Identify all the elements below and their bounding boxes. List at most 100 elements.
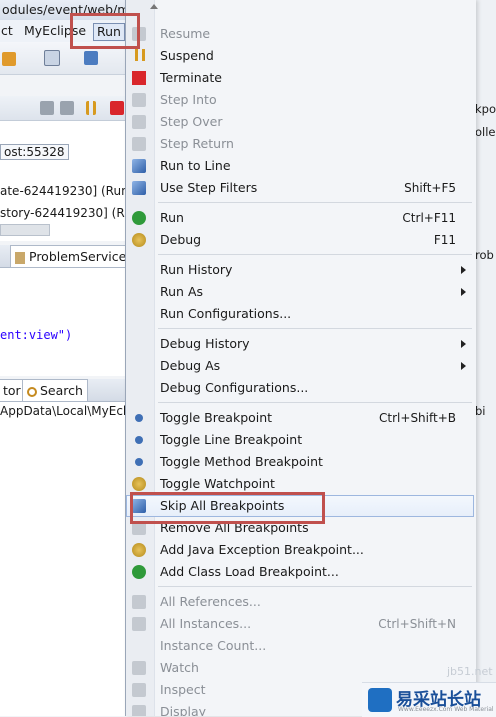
menu-item-add-java-exception-breakpoint[interactable]: Add Java Exception Breakpoint... [126,539,474,561]
menu-item-label: Debug As [160,358,221,373]
debug-view: ost:55328 ate-624419230] (Runn story-624… [0,121,147,241]
menu-item-label: Step Return [160,136,234,151]
menu-item-label: Run [160,210,184,225]
tab-search[interactable]: Search [22,379,88,401]
scroll-up-arrow-icon[interactable] [150,4,158,9]
menu-item-use-step-filters[interactable]: Use Step Filters Shift+F5 [126,177,474,199]
inspect-icon [132,683,146,697]
menu-item-label: Terminate [160,70,222,85]
debug-thread[interactable]: ate-624419230] (Runn [0,184,136,198]
submenu-arrow-icon [461,266,466,274]
debug-icon [132,233,146,247]
watch-icon [132,661,146,675]
watchpoint-icon [132,477,146,491]
menu-item-label: Use Step Filters [160,180,258,195]
tab-problemservice[interactable]: ProblemService [10,245,132,267]
gear-icon[interactable] [2,52,16,66]
right-panel: kpo olle rob bi [475,0,496,716]
terminate-icon [132,71,146,85]
bottom-tabs: tor Search [0,379,128,402]
right-label: bi [475,404,486,418]
menu-item-label: Run to Line [160,158,231,173]
java-file-icon [15,251,25,264]
menu-item-debug-as[interactable]: Debug As [126,355,474,377]
menu-item-toggle-breakpoint[interactable]: Toggle Breakpoint Ctrl+Shift+B [126,407,474,429]
disconnect-icon[interactable] [40,101,54,115]
menu-item-label: Suspend [160,48,214,63]
display-icon [132,705,146,716]
menu-item-debug-configurations[interactable]: Debug Configurations... [126,377,474,399]
menu-separator [158,202,472,203]
menu-item-watch: Watch [126,657,474,679]
submenu-arrow-icon [461,340,466,348]
right-label: olle [475,125,496,139]
menu-item-label: All Instances... [160,616,252,631]
class-load-breakpoint-icon [132,565,146,579]
menu-item-run[interactable]: Run Ctrl+F11 [126,207,474,229]
search-view: AppData\Local\MyEcli [0,402,130,716]
step-filters-icon [132,181,146,195]
menu-item-instance-count: Instance Count... [126,635,474,657]
menu-item-add-class-load-breakpoint[interactable]: Add Class Load Breakpoint... [126,561,474,583]
menu-item-label: Toggle Line Breakpoint [160,432,303,447]
run-menu-dropdown: Resume Suspend Terminate Step Into Step Over… [125,0,476,716]
debug-host[interactable]: ost:55328 [0,144,69,160]
instances-icon [132,617,146,631]
menu-item-toggle-line-breakpoint[interactable]: Toggle Line Breakpoint [126,429,474,451]
debug-toolbar [0,96,128,121]
menu-item-label: Toggle Method Breakpoint [160,454,323,469]
menu-item-run-history[interactable]: Run History [126,259,474,281]
exception-breakpoint-icon [132,543,146,557]
watermark-logo: 易采站长站 Www.Eeeezx.Com Web Material [362,682,496,717]
watermark-sub: Www.Eeeezx.Com Web Material [398,706,494,713]
horizontal-scrollbar[interactable] [0,224,50,236]
right-label: kpo [475,102,496,116]
annotation-box-skip-breakpoints [130,492,325,524]
tab-label: ProblemService [29,249,127,264]
menu-item-debug[interactable]: Debug F11 [126,229,474,251]
pause-icon[interactable] [86,101,96,115]
menu-item-suspend[interactable]: Suspend [126,45,474,67]
menu-item-label: Debug [160,232,202,247]
menu-item-label: Resume [160,26,211,41]
suspend-icon [135,49,145,61]
menu-item-label: Inspect [160,682,206,697]
menu-item-label: Step Over [160,114,223,129]
menu-item-terminate[interactable]: Terminate [126,67,474,89]
menu-item-label: Run Configurations... [160,306,292,321]
menu-item-label: Display [160,704,207,716]
menu-project[interactable]: ct [1,20,13,42]
search-icon [27,386,37,397]
menu-item-toggle-method-breakpoint[interactable]: Toggle Method Breakpoint [126,451,474,473]
save-icon[interactable] [44,50,60,66]
menu-item-shortcut: Ctrl+Shift+N [378,617,456,631]
menu-item-label: Debug Configurations... [160,380,309,395]
menu-separator [158,402,472,403]
menu-item-shortcut: Ctrl+F11 [402,211,456,225]
menu-item-label: Add Java Exception Breakpoint... [160,542,364,557]
code-line: ent:view") [0,328,73,342]
run-icon [132,211,146,225]
skip-icon[interactable] [60,101,74,115]
menu-item-label: All References... [160,594,261,609]
menu-item-debug-history[interactable]: Debug History [126,333,474,355]
menu-separator [158,586,472,587]
menu-item-label: Step Into [160,92,217,107]
step-into-icon [132,93,146,107]
menu-item-step-over: Step Over [126,111,474,133]
step-over-icon [132,115,146,129]
stop-icon[interactable] [110,101,124,115]
menu-item-run-to-line[interactable]: Run to Line [126,155,474,177]
search-path[interactable]: AppData\Local\MyEcli [0,404,130,418]
editor-area[interactable]: ent:view") [0,268,128,376]
references-icon [132,595,146,609]
menu-separator [158,254,472,255]
tab-label: Search [40,383,83,398]
menu-item-run-as[interactable]: Run As [126,281,474,303]
deploy-icon[interactable] [84,51,98,65]
menu-item-label: Instance Count... [160,638,267,653]
editor-tabs: ProblemService [0,245,132,268]
menu-item-run-configurations[interactable]: Run Configurations... [126,303,474,325]
toggle-breakpoint-icon [135,414,143,422]
menu-item-shortcut: Shift+F5 [404,181,456,195]
